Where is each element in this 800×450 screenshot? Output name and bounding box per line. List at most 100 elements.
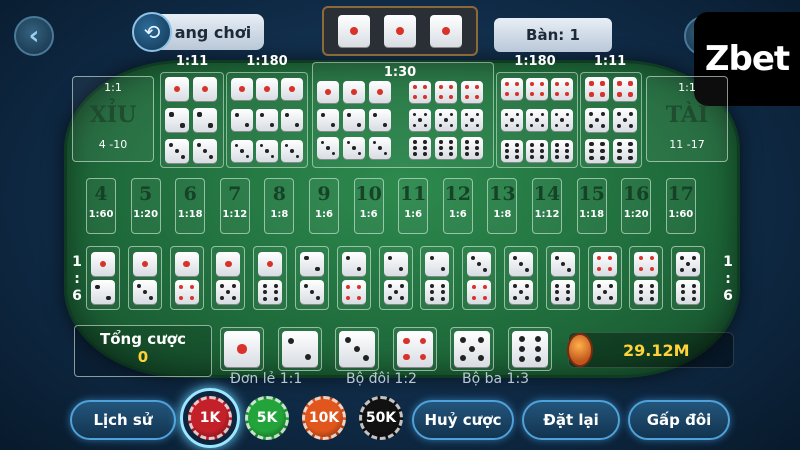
- sum-odds: 1:12: [534, 209, 560, 220]
- sum-bet-14[interactable]: 14 1:12: [532, 178, 562, 234]
- chip-5k[interactable]: 5K: [245, 396, 289, 440]
- die-face-2-icon: [231, 109, 253, 131]
- cancel-bet-button[interactable]: Huỷ cược: [412, 400, 514, 440]
- sum-bet-10[interactable]: 10 1:6: [353, 178, 384, 234]
- die-face-5-icon: [613, 108, 637, 132]
- sum-bet-4[interactable]: 4 1:60: [86, 178, 116, 234]
- sum-bet-7[interactable]: 7 1:12: [219, 178, 250, 234]
- pair-bet-1-6[interactable]: [253, 246, 288, 310]
- single-bet-5[interactable]: [450, 327, 495, 371]
- die-face-4-icon: [585, 77, 609, 101]
- sum-number: 12: [444, 183, 472, 205]
- single-bet-6[interactable]: [508, 327, 552, 371]
- any-triple-bets[interactable]: [312, 62, 494, 168]
- big-bet[interactable]: 1:1 TÀI 11 -17: [646, 76, 728, 162]
- chip-1k[interactable]: 1K: [188, 396, 232, 440]
- sum-bet-8[interactable]: 8 1:8: [264, 178, 295, 234]
- sum-bet-5[interactable]: 5 1:20: [130, 178, 161, 234]
- pair-bet-2-5[interactable]: [378, 246, 413, 310]
- die-face-3-icon: [369, 137, 391, 159]
- pair-bet-1-5[interactable]: [211, 246, 246, 310]
- die-face-6-icon: [461, 137, 483, 159]
- double-bets-right[interactable]: [580, 72, 642, 168]
- pair-bet-1-3[interactable]: [127, 246, 162, 310]
- sum-bet-11[interactable]: 11 1:6: [398, 178, 429, 234]
- sum-number: 15: [578, 183, 605, 205]
- sum-bet-6[interactable]: 6 1:18: [175, 178, 206, 234]
- sum-odds: 1:20: [623, 209, 649, 220]
- single-bet-3[interactable]: [335, 327, 380, 371]
- triple-bets-left[interactable]: [226, 72, 308, 168]
- sum-number: 17: [667, 183, 695, 205]
- pair-bet-5-6[interactable]: [671, 246, 706, 310]
- back-arrow-icon[interactable]: ‹: [14, 16, 54, 56]
- die-face-1-icon: [174, 251, 199, 276]
- big-label: TÀI: [665, 102, 709, 128]
- pair-bet-2-3[interactable]: [295, 246, 329, 310]
- legend-triple: Bộ ba 1:3: [462, 371, 530, 387]
- sum-bet-9[interactable]: 9 1:6: [309, 178, 339, 234]
- triple-bets-right[interactable]: [496, 72, 578, 168]
- die-face-2-icon: [317, 109, 339, 131]
- die-face-3-icon: [193, 139, 217, 163]
- reset-button[interactable]: Đặt lại: [522, 400, 620, 440]
- die-face-1-icon: [369, 81, 391, 103]
- die-face-5-icon: [461, 109, 483, 131]
- die-face-2-icon: [281, 331, 318, 367]
- pair-bet-1-2[interactable]: [86, 246, 120, 310]
- die-face-1-icon: [256, 78, 278, 100]
- die-face-1-icon: [281, 78, 303, 100]
- chip-50k[interactable]: 50K: [359, 396, 403, 440]
- chip-10k[interactable]: 10K: [302, 396, 346, 440]
- sum-bet-13[interactable]: 13 1:8: [487, 178, 518, 234]
- history-log-button[interactable]: Lịch sử: [70, 400, 176, 440]
- die-face-1-icon: [258, 251, 283, 276]
- die-face-6-icon: [501, 140, 523, 162]
- die-face-1-icon: [317, 81, 339, 103]
- die-face-5-icon: [676, 251, 701, 276]
- total-bet-box: Tổng cược 0: [74, 325, 212, 377]
- die-face-3-icon: [132, 280, 157, 305]
- pair-bet-3-6[interactable]: [545, 246, 580, 310]
- pair-ratio-right-sep: :: [725, 271, 731, 287]
- sum-odds: 1:60: [88, 209, 114, 220]
- pair-bet-3-5[interactable]: [504, 246, 538, 310]
- die-face-2-icon: [425, 251, 450, 276]
- die-face-6-icon: [435, 137, 457, 159]
- pair-bet-1-4[interactable]: [169, 246, 204, 310]
- pair-bet-3-4[interactable]: [462, 246, 497, 310]
- small-label: XỈU: [89, 102, 137, 128]
- die-face-2-icon: [91, 280, 115, 305]
- single-bet-4[interactable]: [392, 327, 437, 371]
- small-bet[interactable]: 1:1 XỈU 4 -10: [72, 76, 154, 162]
- sum-bet-17[interactable]: 17 1:60: [665, 178, 696, 234]
- die-face-1-icon: [165, 77, 189, 101]
- legend-double: Bộ đôi 1:2: [346, 371, 417, 387]
- die-face-1-icon: [430, 15, 462, 47]
- single-bet-1[interactable]: [220, 327, 264, 371]
- double-bets-left[interactable]: [160, 72, 224, 168]
- double-bet-button[interactable]: Gấp đôi: [628, 400, 730, 440]
- pair-bet-4-6[interactable]: [629, 246, 664, 310]
- single-bet-2[interactable]: [277, 327, 322, 371]
- pair-bet-2-4[interactable]: [336, 246, 371, 310]
- die-face-3-icon: [467, 251, 492, 276]
- pair-ratio-left-sep: :: [74, 271, 80, 287]
- die-face-4-icon: [461, 81, 483, 103]
- sum-number: 5: [138, 183, 153, 205]
- sum-bet-12[interactable]: 12 1:6: [442, 178, 473, 234]
- pair-bet-2-6[interactable]: [420, 246, 455, 310]
- table-id: Bàn: 1: [494, 18, 612, 52]
- die-face-4-icon: [435, 81, 457, 103]
- die-face-3-icon: [509, 251, 533, 276]
- die-face-2-icon: [369, 109, 391, 131]
- pair-bet-4-5[interactable]: [587, 246, 622, 310]
- history-clock-icon[interactable]: ⟲: [132, 12, 172, 52]
- sum-bet-15[interactable]: 15 1:18: [576, 178, 607, 234]
- last-result-dice: [322, 6, 478, 56]
- sum-bet-16[interactable]: 16 1:20: [621, 178, 652, 234]
- pair-ratio-right-a: 1: [723, 254, 733, 270]
- triple-right-ratio: 1:180: [514, 54, 556, 69]
- die-face-6-icon: [526, 140, 548, 162]
- die-face-4-icon: [467, 280, 492, 305]
